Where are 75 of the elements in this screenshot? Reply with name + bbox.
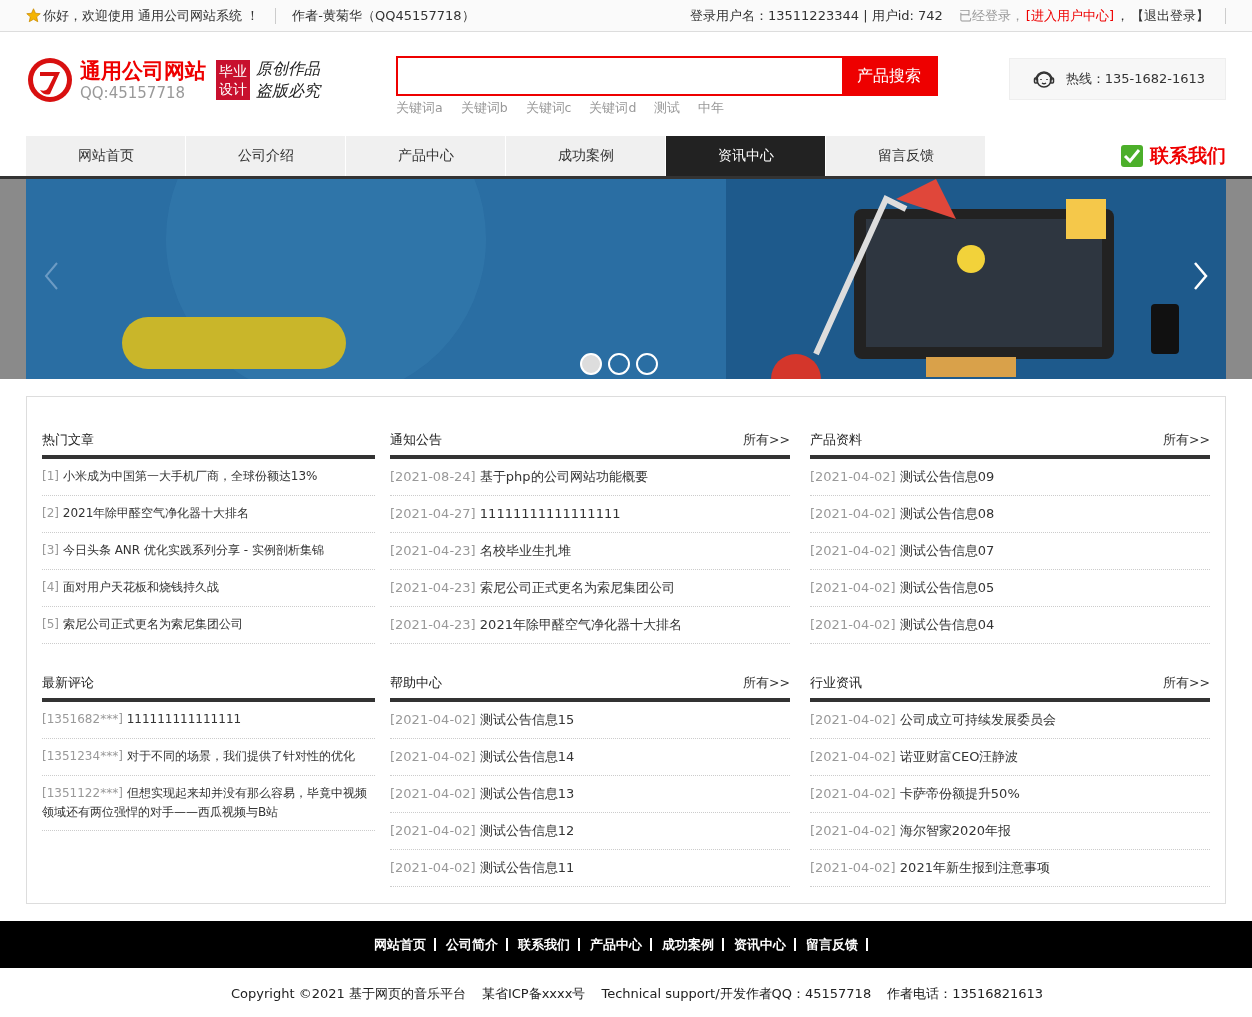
list-item[interactable]: [1351234***] 对于不同的场景，我们提供了针对性的优化 <box>42 739 375 776</box>
list-item[interactable]: [2021-04-02] 测试公告信息11 <box>390 850 790 887</box>
list-item[interactable]: [2] 2021年除甲醛空气净化器十大排名 <box>42 496 375 533</box>
section-title: 产品资料 <box>810 431 862 449</box>
hotline-text: 热线：135-1682-1613 <box>1065 70 1205 88</box>
list-item[interactable]: [2021-04-23] 2021年除甲醛空气净化器十大排名 <box>390 607 790 644</box>
list-item[interactable]: [2021-04-02] 测试公告信息08 <box>810 496 1210 533</box>
list-item[interactable]: [2021-04-02] 诺亚财富CEO汪静波 <box>810 739 1210 776</box>
list-item[interactable]: [1351122***] 但想实现起来却并没有那么容易，毕竟中视频领域还有两位强悍的对手——西瓜视频与B站 <box>42 776 375 831</box>
contact-text[interactable]: 联系我们 <box>1150 143 1226 169</box>
nav-tab[interactable]: 产品中心 <box>346 136 505 176</box>
footer-link[interactable]: 公司简介 <box>446 935 498 954</box>
section-title: 热门文章 <box>42 431 94 449</box>
login-status-text: 已经登录， <box>958 6 1024 25</box>
list-item[interactable]: [2021-04-02] 测试公告信息09 <box>810 459 1210 496</box>
list-item[interactable]: [5] 索尼公司正式更名为索尼集团公司 <box>42 607 375 644</box>
search-field[interactable]: 产品搜索 <box>396 56 938 96</box>
list-item[interactable]: [2021-04-02] 测试公告信息14 <box>390 739 790 776</box>
section-title: 行业资讯 <box>810 674 862 692</box>
section-title: 最新评论 <box>42 674 94 692</box>
check-icon <box>1120 144 1144 168</box>
footer-link[interactable]: 产品中心 <box>590 935 642 954</box>
greeting-text: 你好，欢迎使用 通用公司网站系统 ！ <box>43 6 260 25</box>
copyright-text: 某省ICP备xxxx号 <box>481 985 586 1003</box>
list-item[interactable]: [2021-04-02] 测试公告信息13 <box>390 776 790 813</box>
badge-label: 毕业 设计 <box>216 60 250 100</box>
user-center-link[interactable]: [进入用户中心] <box>1025 6 1114 25</box>
list-item[interactable]: [2021-04-23] 名校毕业生扎堆 <box>390 533 790 570</box>
more-link[interactable]: 所有>> <box>1163 432 1210 449</box>
more-link[interactable]: 所有>> <box>1163 675 1210 692</box>
star-icon <box>26 8 41 23</box>
more-link[interactable]: 所有>> <box>743 675 790 692</box>
list-item[interactable]: [2021-04-23] 索尼公司正式更名为索尼集团公司 <box>390 570 790 607</box>
list-item[interactable]: [2021-04-02] 海尔智家2020年报 <box>810 813 1210 850</box>
logout-link[interactable]: 【退出登录】 <box>1131 6 1209 25</box>
carousel-dot[interactable] <box>636 353 658 375</box>
section-title: 通知公告 <box>390 431 442 449</box>
user-info-text: 登录用户名：13511223344 | 用户id: 742 <box>690 6 943 25</box>
copyright-text: Copyright ©2021 基于网页的音乐平台 <box>231 985 466 1003</box>
list-item[interactable]: [2021-08-24] 基于php的公司网站功能概要 <box>390 459 790 496</box>
site-name: 通用公司网站 <box>80 58 206 84</box>
list-item[interactable]: [2021-04-27] 11111111111111111 <box>390 496 790 533</box>
nav-tab[interactable]: 留言反馈 <box>826 136 985 176</box>
list-item[interactable]: [4] 面对用户天花板和烧钱持久战 <box>42 570 375 607</box>
section-title: 帮助中心 <box>390 674 442 692</box>
footer-link[interactable]: 资讯中心 <box>734 935 786 954</box>
list-item[interactable]: [2021-04-02] 测试公告信息05 <box>810 570 1210 607</box>
list-item[interactable]: [2021-04-02] 测试公告信息15 <box>390 702 790 739</box>
list-item[interactable]: [2021-04-02] 测试公告信息07 <box>810 533 1210 570</box>
carousel-dot[interactable] <box>608 353 630 375</box>
list-item[interactable]: [2021-04-02] 公司成立可持续发展委员会 <box>810 702 1210 739</box>
footer-link[interactable]: 联系我们 <box>518 935 570 954</box>
more-link[interactable]: 所有>> <box>743 432 790 449</box>
separator-text: ， <box>1116 6 1129 25</box>
copyright-text: 作者电话：13516821613 <box>887 985 1044 1003</box>
list-item[interactable]: [2021-04-02] 测试公告信息12 <box>390 813 790 850</box>
qq-text: QQ:45157718 <box>80 84 186 102</box>
list-item[interactable]: [3] 今日头条 ANR 优化实践系列分享 - 实例剖析集锦 <box>42 533 375 570</box>
footer-link[interactable]: 成功案例 <box>662 935 714 954</box>
list-item[interactable]: [2021-04-02] 测试公告信息04 <box>810 607 1210 644</box>
list-item[interactable]: [2021-04-02] 2021年新生报到注意事项 <box>810 850 1210 887</box>
logo-icon <box>26 56 74 104</box>
author-text: 作者-黄菊华（QQ45157718） <box>292 6 475 25</box>
nav-tab[interactable]: 资讯中心 <box>666 136 825 176</box>
nav-tab[interactable]: 网站首页 <box>26 136 185 176</box>
search-button[interactable]: 产品搜索 <box>842 58 936 94</box>
copyright-text: Technical support/开发作者QQ：45157718 <box>601 985 872 1003</box>
nav-tab[interactable]: 公司介绍 <box>186 136 345 176</box>
footer-link[interactable]: 网站首页 <box>374 935 426 954</box>
list-item[interactable]: [1] 小米成为中国第一大手机厂商，全球份额达13% <box>42 459 375 496</box>
list-item[interactable]: [1351682***] 111111111111111 <box>42 702 375 739</box>
slogan-text: 原创作品 盗版必究 <box>256 58 320 102</box>
nav-tab[interactable]: 成功案例 <box>506 136 665 176</box>
footer-link[interactable]: 留言反馈 <box>806 935 858 954</box>
list-item[interactable]: [2021-04-02] 卡萨帝份额提升50% <box>810 776 1210 813</box>
